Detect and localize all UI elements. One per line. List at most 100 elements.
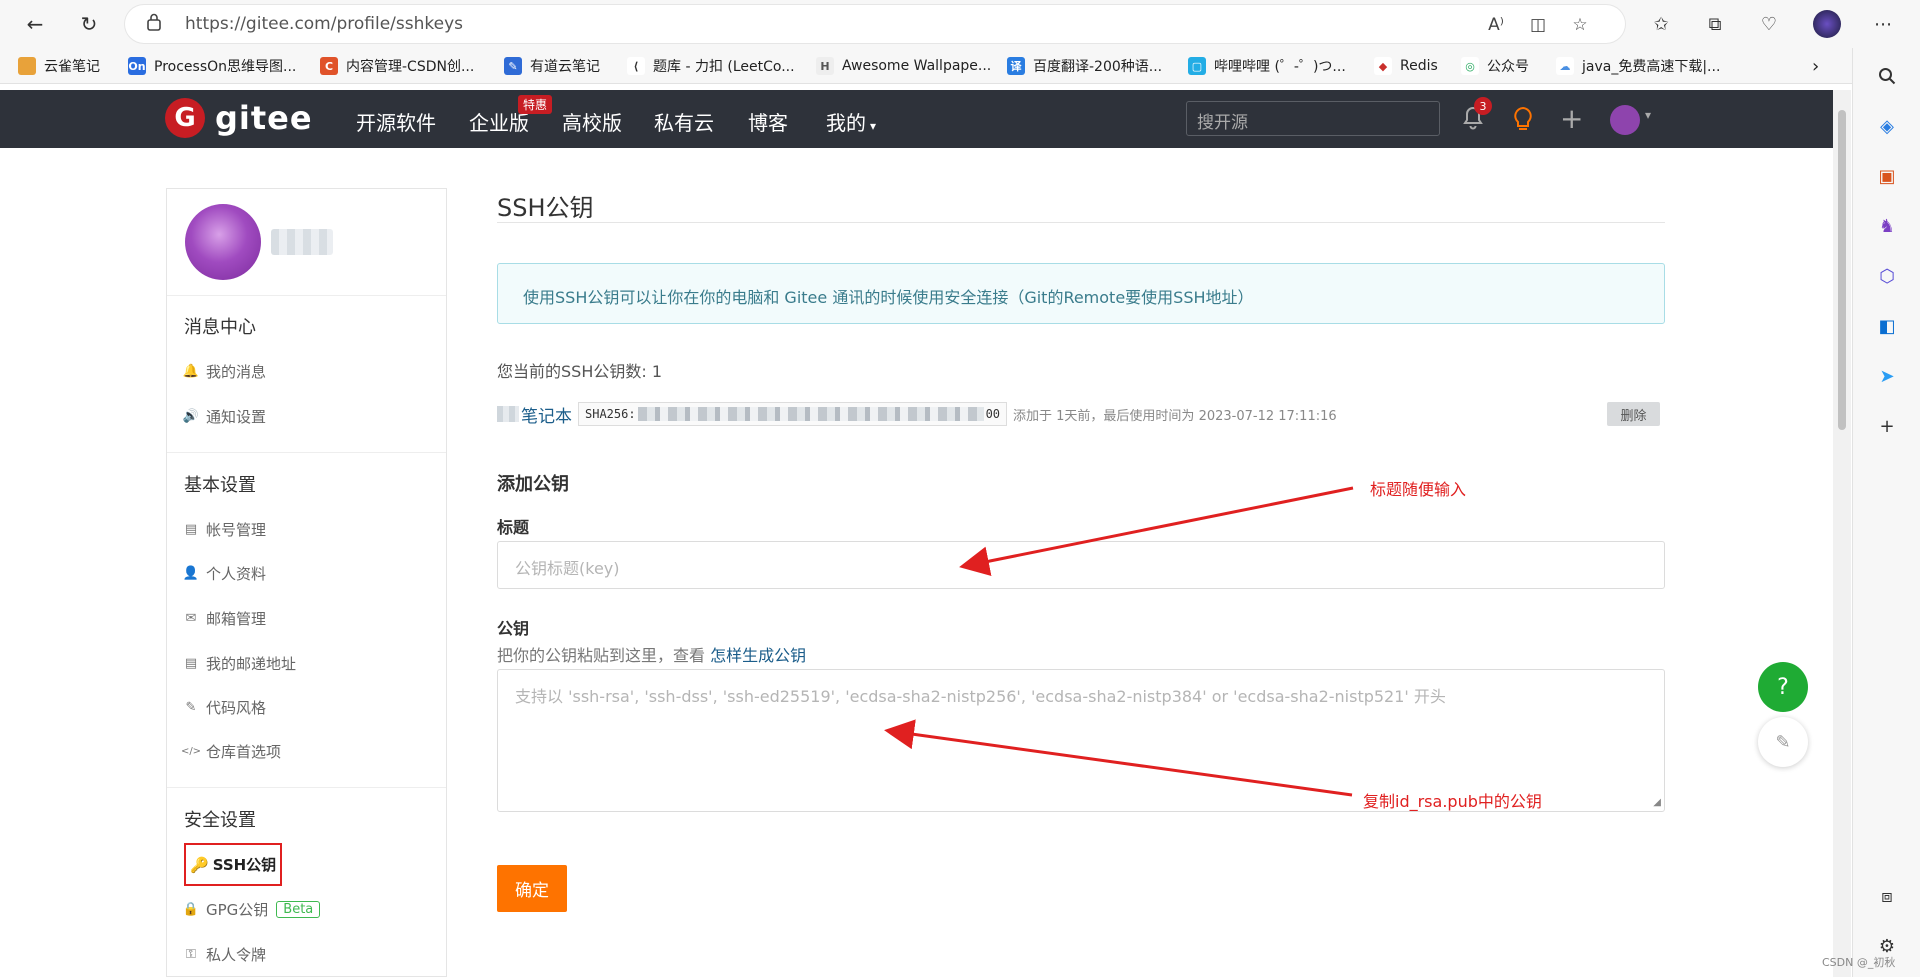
leetcode-icon: ⟨: [627, 57, 645, 75]
divider: [167, 452, 446, 453]
settings-sidebar: 消息中心 🔔 我的消息 🔊 通知设置 基本设置 ▤ 帐号管理 👤 个人资料 ✉ 邮箱管理 …: [166, 188, 447, 977]
add-key-heading: 添加公钥: [497, 474, 569, 495]
speaker-icon: 🔊: [182, 409, 200, 424]
profile-avatar[interactable]: [1812, 9, 1842, 39]
nav-university[interactable]: 高校版: [562, 107, 622, 136]
browser-toolbar: ← ↻ https://gitee.com/profile/sshkeys A⁾…: [0, 0, 1920, 48]
address-bar[interactable]: https://gitee.com/profile/sshkeys A⁾ ◫ ☆: [125, 5, 1625, 43]
sidebar-item-ssh-keys[interactable]: 🔑 SSH公钥: [184, 843, 282, 886]
csdn-icon: C: [320, 57, 338, 75]
sidebar-item-code-style[interactable]: ✎ 代码风格: [184, 697, 266, 718]
bookmark-item[interactable]: H Awesome Wallpape...: [816, 56, 991, 76]
id-card-icon: ▤: [184, 522, 198, 537]
wallpaper-icon: H: [816, 57, 834, 75]
collections-icon[interactable]: ⧉: [1700, 9, 1730, 39]
download-icon: ☁: [1556, 57, 1574, 75]
sidebar-item-account[interactable]: ▤ 帐号管理: [184, 519, 266, 540]
pubkey-hint: 把你的公钥粘贴到这里，查看 怎样生成公钥: [497, 646, 807, 665]
bookmark-item[interactable]: ✎ 有道云笔记: [504, 56, 600, 76]
gitee-logo[interactable]: G gitee: [165, 98, 313, 138]
nav-mine[interactable]: 我的 ▾: [826, 107, 876, 136]
fanyi-icon: 译: [1007, 57, 1025, 75]
nav-open-source[interactable]: 开源软件: [356, 107, 436, 136]
key-title-input[interactable]: 公钥标题(key): [497, 541, 1665, 589]
gitee-logo-icon: G: [165, 98, 205, 138]
bilibili-icon: ▢: [1188, 57, 1206, 75]
send-icon[interactable]: ➤: [1875, 364, 1899, 388]
submit-button[interactable]: 确定: [497, 865, 567, 912]
split-screen-icon[interactable]: ◫: [1525, 12, 1551, 38]
bell-icon: 🔔: [182, 364, 200, 379]
office-icon[interactable]: ⬡: [1875, 264, 1899, 288]
tag-icon[interactable]: ◈: [1875, 114, 1899, 138]
sidebar-item-notification-settings[interactable]: 🔊 通知设置: [182, 406, 266, 427]
sidebar-item-my-messages[interactable]: 🔔 我的消息: [182, 361, 266, 382]
screenshot-icon[interactable]: ⧈: [1875, 884, 1899, 908]
plus-icon[interactable]: +: [1560, 102, 1583, 135]
edge-sidebar: ◈ ▣ ♞ ⬡ ◧ ➤ + ⧈ ⚙: [1852, 48, 1920, 977]
sidebar-item-profile[interactable]: 👤 个人资料: [182, 563, 266, 584]
bookmark-item[interactable]: ◆ Redis: [1374, 56, 1438, 76]
user-icon: 👤: [182, 566, 200, 581]
bookmark-item[interactable]: 译百度翻译-200种语...: [1007, 56, 1162, 76]
title-label: 标题: [497, 518, 530, 537]
key-title[interactable]: 笔记本: [497, 402, 572, 427]
favorites-icon[interactable]: ✩: [1646, 9, 1676, 39]
avatar[interactable]: [185, 204, 261, 280]
lightbulb-icon[interactable]: [1512, 106, 1534, 138]
mail-icon: ✉: [185, 611, 197, 626]
delete-button[interactable]: 删除: [1607, 402, 1660, 426]
pubkey-label: 公钥: [497, 619, 530, 638]
sidebar-item-gpg-keys[interactable]: 🔒 GPG公钥 Beta: [182, 899, 321, 920]
bookmark-item[interactable]: C 内容管理-CSDN创...: [320, 56, 474, 76]
favorite-star-icon[interactable]: ☆: [1567, 12, 1593, 38]
bookmark-item[interactable]: ☁ java_免费高速下载|...: [1556, 56, 1720, 76]
ssh-key-row: 笔记本 SHA256: 00 添加于 1天前，最后使用时间为 2023-07-12…: [497, 402, 1665, 427]
annotation-title-note: 标题随便输入: [1370, 480, 1467, 499]
username-blurred: [271, 229, 333, 255]
lock-icon: 🔒: [182, 902, 200, 917]
bookmark-item[interactable]: On ProcessOn思维导图...: [128, 56, 296, 76]
fingerprint-blurred: [637, 407, 984, 421]
token-icon: ⚿: [186, 947, 196, 962]
caret-down-icon[interactable]: ▾: [1645, 108, 1651, 122]
code-icon: </>: [180, 746, 202, 757]
resize-grip-icon[interactable]: ◢: [1653, 797, 1661, 808]
chevron-right-icon[interactable]: ›: [1812, 56, 1819, 77]
reload-icon[interactable]: ↻: [74, 9, 104, 39]
divider: [497, 222, 1665, 223]
help-button[interactable]: ?: [1758, 662, 1808, 712]
nav-blog[interactable]: 博客: [748, 107, 788, 136]
search-icon[interactable]: [1875, 64, 1899, 88]
bookmark-item[interactable]: ◎ 公众号: [1461, 56, 1529, 76]
bookmark-item[interactable]: ⟨ 题库 - 力扣 (LeetCo...: [627, 56, 795, 76]
add-icon[interactable]: +: [1875, 414, 1899, 438]
bookmark-item[interactable]: ▢ 哔哩哔哩 (゜-゜)つ...: [1188, 56, 1346, 76]
toolbox-icon[interactable]: ▣: [1875, 164, 1899, 188]
page-scrollbar[interactable]: [1833, 90, 1851, 977]
nav-private-cloud[interactable]: 私有云: [654, 107, 714, 136]
sidebar-item-address[interactable]: ▤ 我的邮递地址: [184, 653, 296, 674]
sidebar-item-tokens[interactable]: ⚿ 私人令牌: [184, 944, 266, 965]
key-icon: [497, 406, 519, 422]
games-icon[interactable]: ♞: [1875, 214, 1899, 238]
back-icon[interactable]: ←: [20, 9, 50, 39]
lock-icon: [147, 13, 161, 35]
section-title: 消息中心: [184, 317, 256, 338]
feedback-button[interactable]: ✎: [1758, 717, 1808, 767]
more-menu-icon[interactable]: ⋯: [1868, 9, 1898, 39]
youdao-icon: ✎: [504, 57, 522, 75]
scrollbar-thumb[interactable]: [1838, 110, 1846, 430]
bookmark-item[interactable]: 云雀笔记: [18, 56, 100, 76]
user-avatar[interactable]: [1610, 105, 1640, 135]
health-icon[interactable]: ♡: [1754, 9, 1784, 39]
sidebar-item-repo-prefs[interactable]: </> 仓库首选项: [180, 741, 281, 762]
outlook-icon[interactable]: ◧: [1875, 314, 1899, 338]
caret-down-icon: ▾: [870, 119, 877, 133]
sidebar-item-email[interactable]: ✉ 邮箱管理: [184, 608, 266, 629]
annotation-pubkey-note: 复制id_rsa.pub中的公钥: [1363, 792, 1542, 811]
processon-icon: On: [128, 57, 146, 75]
how-to-generate-link[interactable]: 怎样生成公钥: [710, 646, 806, 665]
search-input[interactable]: 搜开源: [1186, 101, 1440, 136]
read-aloud-icon[interactable]: A⁾: [1483, 12, 1509, 38]
